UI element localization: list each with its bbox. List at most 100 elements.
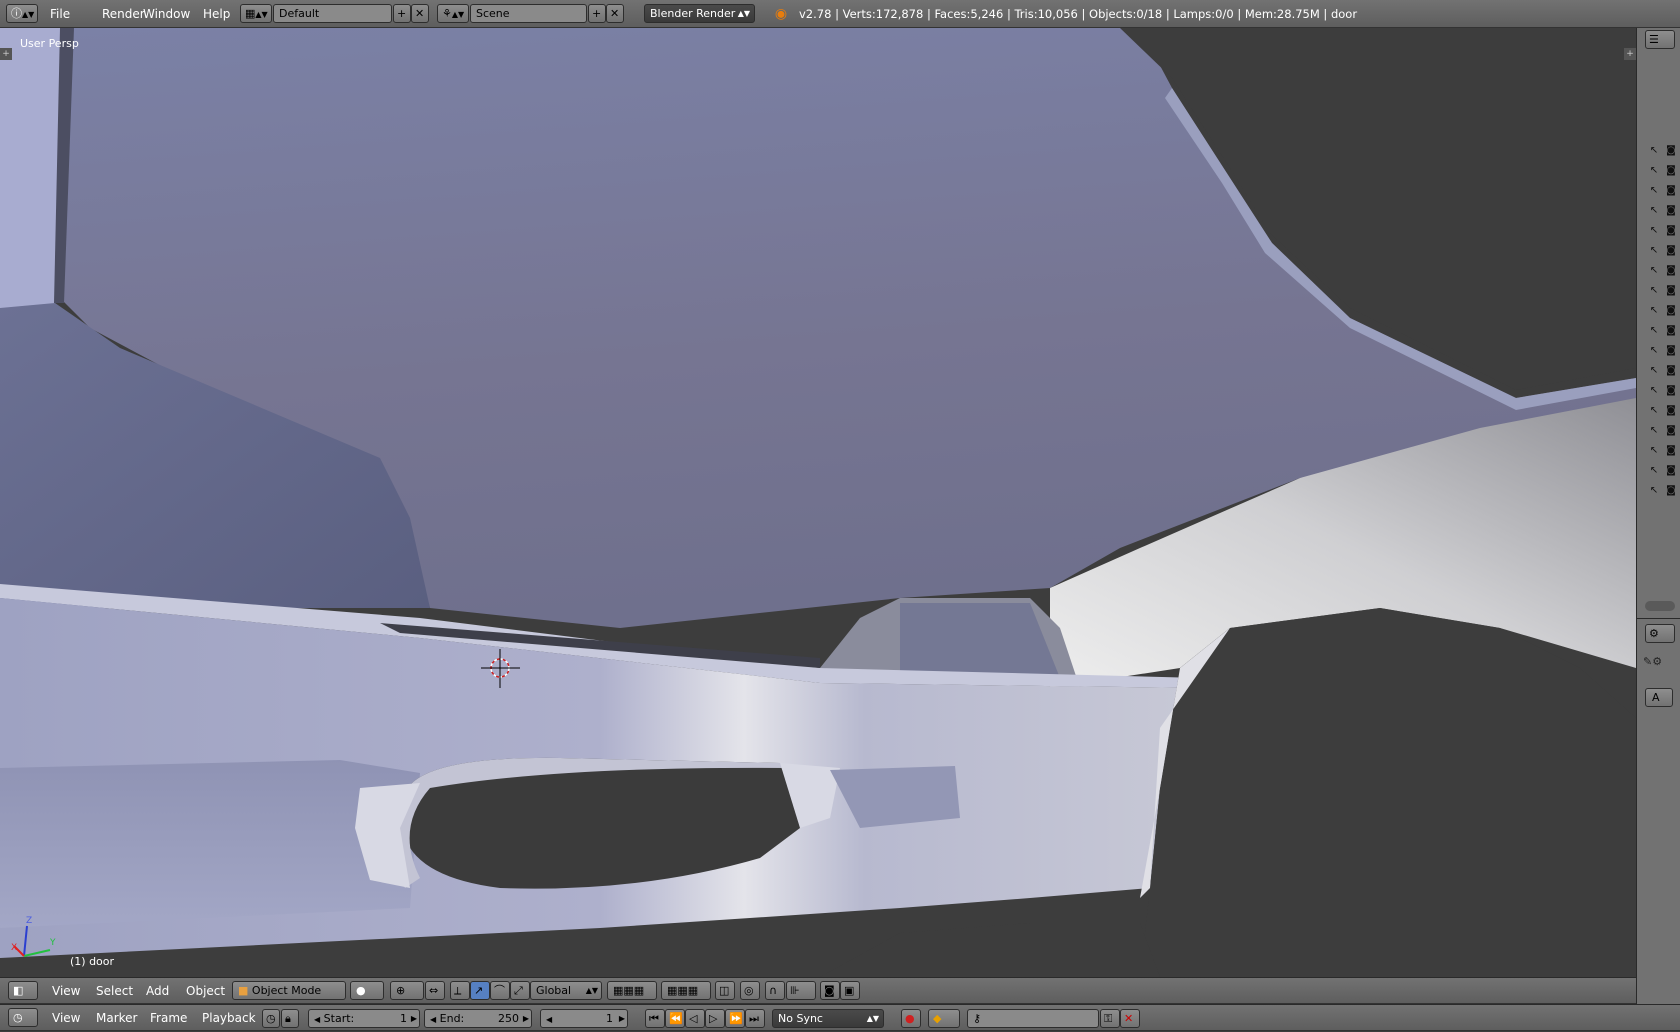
- jump-start-button[interactable]: ⏮: [645, 1009, 665, 1028]
- proportional-edit-button[interactable]: ◎: [740, 981, 760, 1000]
- move-tool-button[interactable]: ↗: [470, 981, 490, 1000]
- outliner-editor-type[interactable]: ☰: [1645, 30, 1675, 49]
- frame-menu[interactable]: Frame: [150, 1005, 187, 1032]
- selectable-toggle-icon[interactable]: ↖: [1647, 424, 1661, 438]
- selectable-toggle-icon[interactable]: ↖: [1647, 284, 1661, 298]
- keying-set-dropdown[interactable]: ◆: [928, 1009, 960, 1028]
- selectable-toggle-icon[interactable]: ↖: [1647, 404, 1661, 418]
- marker-menu[interactable]: Marker: [96, 1005, 137, 1032]
- selectable-toggle-icon[interactable]: ↖: [1647, 204, 1661, 218]
- renderable-toggle-icon[interactable]: ◙: [1664, 204, 1678, 218]
- view3d-editor-type[interactable]: ◧: [8, 981, 38, 1000]
- properties-tab-button[interactable]: A: [1645, 688, 1673, 707]
- active-keying-set-field[interactable]: ⚷: [967, 1009, 1099, 1028]
- renderable-toggle-icon[interactable]: ◙: [1664, 324, 1678, 338]
- pivot-dropdown[interactable]: ⊕: [390, 981, 424, 1000]
- shading-dropdown[interactable]: ●: [350, 981, 384, 1000]
- delete-scene-button[interactable]: ✕: [606, 4, 624, 23]
- renderable-toggle-icon[interactable]: ◙: [1664, 424, 1678, 438]
- renderable-toggle-icon[interactable]: ◙: [1664, 404, 1678, 418]
- scene-name-field[interactable]: Scene: [470, 4, 587, 23]
- pin-icon[interactable]: ✎⚙: [1643, 655, 1662, 668]
- sync-dropdown[interactable]: No Sync ▲▼: [772, 1009, 884, 1028]
- lock-range-button[interactable]: 🔒︎: [281, 1009, 299, 1028]
- next-keyframe-button[interactable]: ⏩: [725, 1009, 745, 1028]
- start-frame-field[interactable]: ◀ Start: 1 ▶: [308, 1009, 420, 1028]
- delete-keyframe-button[interactable]: ✕: [1120, 1009, 1140, 1028]
- renderable-toggle-icon[interactable]: ◙: [1664, 364, 1678, 378]
- file-menu[interactable]: File: [50, 0, 70, 28]
- selectable-toggle-icon[interactable]: ↖: [1647, 224, 1661, 238]
- renderable-toggle-icon[interactable]: ◙: [1664, 444, 1678, 458]
- selectable-toggle-icon[interactable]: ↖: [1647, 464, 1661, 478]
- orientation-dropdown[interactable]: Global ▲▼: [530, 981, 602, 1000]
- selectable-toggle-icon[interactable]: ↖: [1647, 304, 1661, 318]
- tool-shelf-toggle[interactable]: +: [0, 48, 12, 60]
- layout-name-field[interactable]: Default: [273, 4, 392, 23]
- selectable-toggle-icon[interactable]: ↖: [1647, 164, 1661, 178]
- renderable-toggle-icon[interactable]: ◙: [1664, 164, 1678, 178]
- playback-menu[interactable]: Playback: [202, 1005, 256, 1032]
- properties-region-toggle[interactable]: +: [1624, 48, 1636, 60]
- selectable-toggle-icon[interactable]: ↖: [1647, 484, 1661, 498]
- record-button[interactable]: ●: [901, 1009, 921, 1028]
- help-menu[interactable]: Help: [203, 0, 230, 28]
- add-layout-button[interactable]: +: [393, 4, 411, 23]
- window-menu[interactable]: Window: [143, 0, 190, 28]
- outliner-scrollbar[interactable]: [1645, 601, 1675, 611]
- layer-buttons-2[interactable]: ▦▦▦: [661, 981, 711, 1000]
- selectable-toggle-icon[interactable]: ↖: [1647, 264, 1661, 278]
- renderable-toggle-icon[interactable]: ◙: [1664, 244, 1678, 258]
- prev-keyframe-button[interactable]: ⏪: [665, 1009, 685, 1028]
- selectable-toggle-icon[interactable]: ↖: [1647, 444, 1661, 458]
- selectable-toggle-icon[interactable]: ↖: [1647, 364, 1661, 378]
- selectable-toggle-icon[interactable]: ↖: [1647, 344, 1661, 358]
- current-frame-field[interactable]: ◀ 1 ▶: [540, 1009, 628, 1028]
- preview-range-button[interactable]: ◷: [262, 1009, 280, 1028]
- renderable-toggle-icon[interactable]: ◙: [1664, 304, 1678, 318]
- renderable-toggle-icon[interactable]: ◙: [1664, 344, 1678, 358]
- mode-dropdown[interactable]: ■ Object Mode: [232, 981, 346, 1000]
- add-menu[interactable]: Add: [146, 978, 169, 1005]
- snap-element-dropdown[interactable]: ⊪: [786, 981, 816, 1000]
- render-engine-dropdown[interactable]: Blender Render ▲▼: [644, 4, 755, 23]
- renderable-toggle-icon[interactable]: ◙: [1664, 184, 1678, 198]
- layer-buttons-1[interactable]: ▦▦▦: [607, 981, 657, 1000]
- selectable-toggle-icon[interactable]: ↖: [1647, 384, 1661, 398]
- insert-keyframe-button[interactable]: ⚿: [1100, 1009, 1120, 1028]
- jump-end-button[interactable]: ⏭: [745, 1009, 765, 1028]
- scale-tool-button[interactable]: ⤢: [510, 981, 530, 1000]
- snap-toggle[interactable]: ∩: [765, 981, 785, 1000]
- select-menu[interactable]: Select: [96, 978, 133, 1005]
- play-reverse-button[interactable]: ◁: [685, 1009, 705, 1028]
- renderable-toggle-icon[interactable]: ◙: [1664, 224, 1678, 238]
- timeline-editor-type[interactable]: ◷: [8, 1008, 38, 1027]
- play-button[interactable]: ▷: [705, 1009, 725, 1028]
- 3d-viewport[interactable]: User Persp + + Z X Y (1) door: [0, 28, 1636, 977]
- screen-layout-selector[interactable]: ▦▲▼: [240, 4, 272, 23]
- properties-editor-type[interactable]: ⚙: [1645, 624, 1675, 643]
- renderable-toggle-icon[interactable]: ◙: [1664, 284, 1678, 298]
- opengl-render-button[interactable]: ◙: [820, 981, 840, 1000]
- editor-type-menu[interactable]: ⓘ▲▼: [6, 4, 38, 23]
- selectable-toggle-icon[interactable]: ↖: [1647, 324, 1661, 338]
- translate-toggle[interactable]: ⟂: [450, 981, 470, 1000]
- add-scene-button[interactable]: +: [588, 4, 606, 23]
- rotate-tool-button[interactable]: ⌒: [490, 981, 510, 1000]
- selectable-toggle-icon[interactable]: ↖: [1647, 144, 1661, 158]
- view-menu[interactable]: View: [52, 978, 80, 1005]
- manipulator-toggle[interactable]: ⇔: [425, 981, 445, 1000]
- timeline-view-menu[interactable]: View: [52, 1005, 80, 1032]
- selectable-toggle-icon[interactable]: ↖: [1647, 184, 1661, 198]
- render-menu[interactable]: Render: [102, 0, 145, 28]
- renderable-toggle-icon[interactable]: ◙: [1664, 264, 1678, 278]
- opengl-anim-button[interactable]: ▣: [840, 981, 860, 1000]
- renderable-toggle-icon[interactable]: ◙: [1664, 384, 1678, 398]
- renderable-toggle-icon[interactable]: ◙: [1664, 484, 1678, 498]
- end-frame-field[interactable]: ◀ End: 250 ▶: [424, 1009, 532, 1028]
- scene-selector[interactable]: ⚘▲▼: [437, 4, 469, 23]
- renderable-toggle-icon[interactable]: ◙: [1664, 464, 1678, 478]
- delete-layout-button[interactable]: ✕: [411, 4, 429, 23]
- renderable-toggle-icon[interactable]: ◙: [1664, 144, 1678, 158]
- object-menu[interactable]: Object: [186, 978, 225, 1005]
